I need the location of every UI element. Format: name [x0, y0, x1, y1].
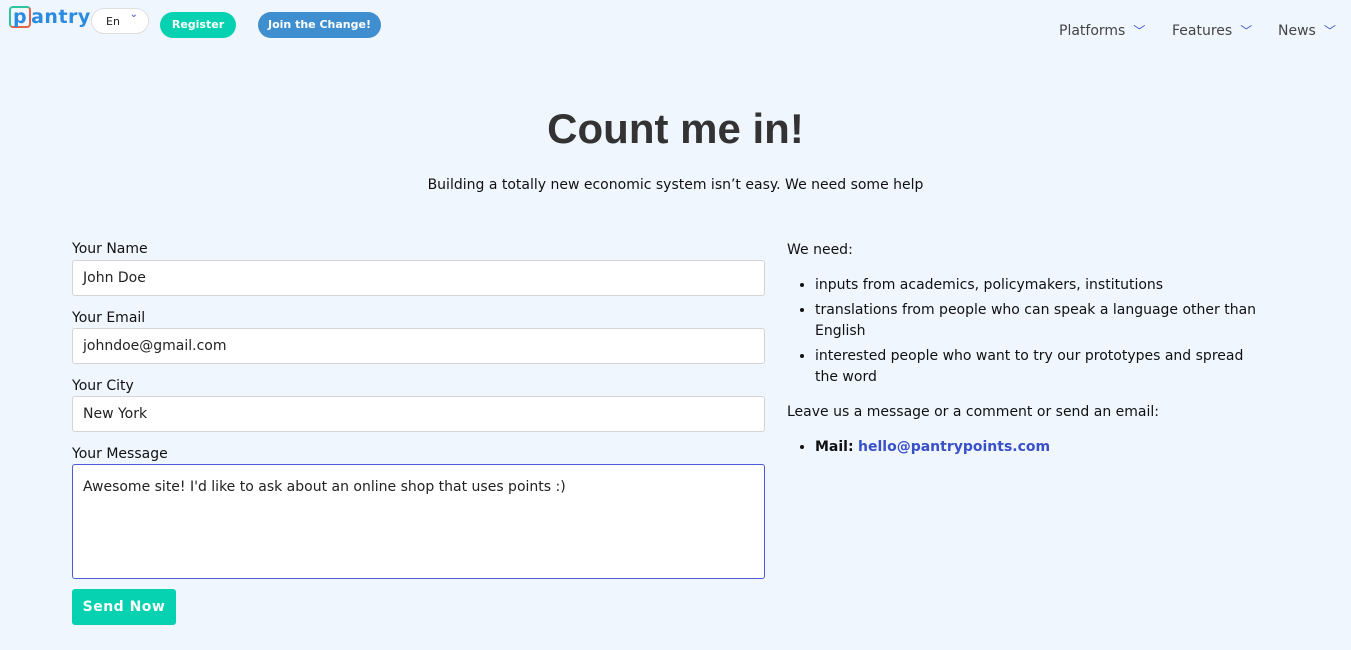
city-input[interactable]: New York [72, 396, 765, 432]
logo[interactable]: p antry [9, 6, 91, 28]
nav-label: Features [1172, 23, 1233, 39]
email-input[interactable]: johndoe@gmail.com [72, 328, 765, 364]
nav-platforms[interactable]: Platforms ﹀ [1059, 22, 1145, 39]
name-input[interactable]: John Doe [72, 260, 765, 296]
nav-news[interactable]: News ﹀ [1278, 22, 1336, 39]
email-label: Your Email [72, 310, 146, 326]
send-button[interactable]: Send Now [72, 589, 176, 625]
message-label: Your Message [72, 446, 168, 462]
page-title: Count me in! [547, 105, 804, 152]
chevron-down-icon: ﹀ [1240, 24, 1253, 38]
mail-label: Mail: [815, 439, 854, 455]
page-subtitle: Building a totally new economic system i… [427, 177, 924, 193]
nav-label: News [1278, 23, 1316, 39]
need-item: inputs from academics, policymakers, ins… [815, 275, 1267, 296]
need-title: We need: [787, 242, 853, 258]
language-select[interactable]: En ⌄ [91, 8, 149, 34]
chevron-down-icon: ﹀ [1323, 24, 1336, 38]
name-label: Your Name [72, 241, 148, 257]
join-button[interactable]: Join the Change! [258, 12, 381, 38]
nav-features[interactable]: Features ﹀ [1172, 22, 1252, 39]
chevron-down-icon: ⌄ [129, 9, 138, 20]
need-item: translations from people who can speak a… [815, 300, 1267, 342]
nav-label: Platforms [1059, 23, 1126, 39]
language-value: En [106, 15, 120, 28]
mail-item: Mail: hello@pantrypoints.com [815, 437, 1267, 458]
city-label: Your City [72, 378, 134, 394]
chevron-down-icon: ﹀ [1133, 24, 1146, 38]
message-textarea[interactable]: Awesome site! I'd like to ask about an o… [72, 464, 765, 579]
leave-message-text: Leave us a message or a comment or send … [787, 404, 1159, 420]
need-item: interested people who want to try our pr… [815, 346, 1267, 388]
info-panel: We need: inputs from academics, policyma… [787, 240, 1267, 472]
register-button[interactable]: Register [160, 12, 236, 38]
mail-link[interactable]: hello@pantrypoints.com [858, 439, 1050, 455]
